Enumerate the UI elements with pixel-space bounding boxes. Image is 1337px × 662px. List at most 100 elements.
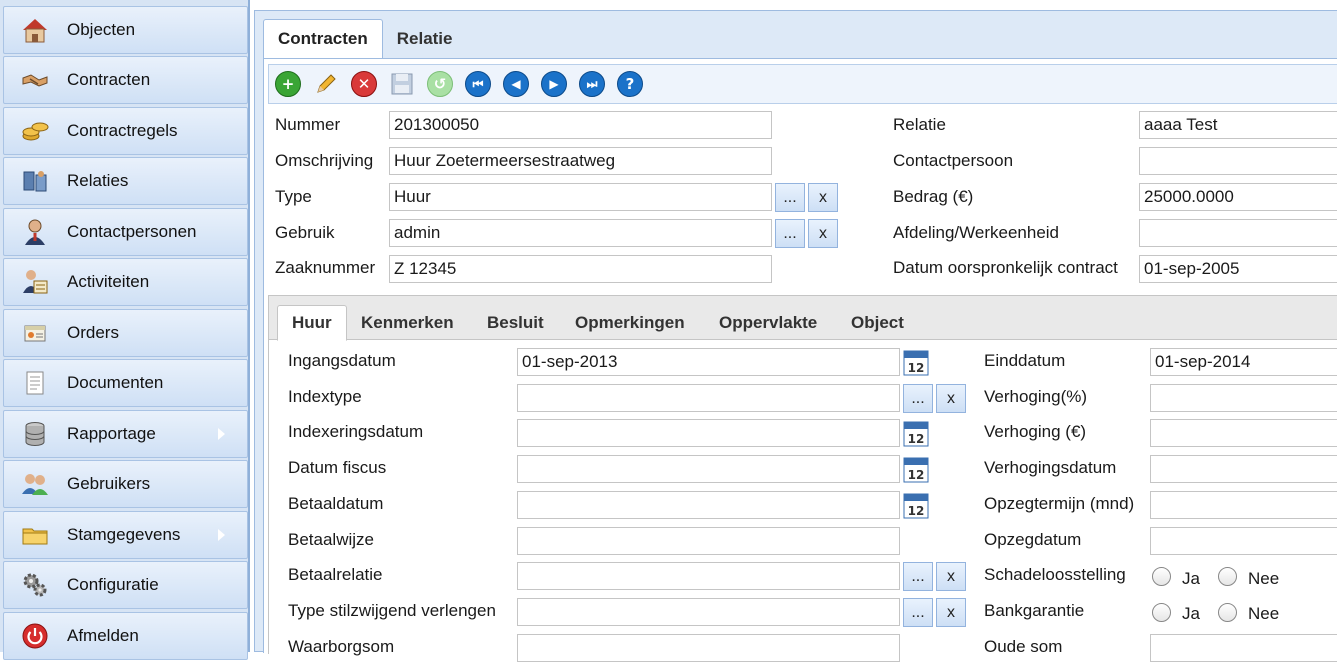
datum-oorspronkelijk-label: Datum oorspronkelijk contract <box>893 258 1118 277</box>
sidebar-item-gebruikers[interactable]: Gebruikers <box>3 460 248 508</box>
folder-icon <box>20 520 50 550</box>
indextype-field[interactable] <box>517 384 900 412</box>
zaaknummer-field[interactable] <box>389 255 772 283</box>
subtab-oppervlakte[interactable]: Oppervlakte <box>705 305 831 340</box>
omschrijving-field[interactable] <box>389 147 772 175</box>
type-clear-button[interactable]: x <box>808 183 838 212</box>
sidebar-item-contactpersonen[interactable]: Contactpersonen <box>3 208 248 256</box>
delete-icon[interactable]: ✕ <box>351 71 377 97</box>
bankgarantie-nee-radio[interactable] <box>1218 603 1237 622</box>
betaalwijze-label: Betaalwijze <box>288 530 374 549</box>
omschrijving-label: Omschrijving <box>275 151 374 170</box>
indextype-clear-button[interactable]: x <box>936 384 966 413</box>
betaalrelatie-clear-button[interactable]: x <box>936 562 966 591</box>
betaaldatum-field[interactable] <box>517 491 900 519</box>
subtab-object[interactable]: Object <box>837 305 918 340</box>
sidebar-item-stamgegevens[interactable]: Stamgegevens <box>3 511 248 559</box>
opzegdatum-field[interactable] <box>1150 527 1337 555</box>
indextype-lookup-button[interactable]: ... <box>903 384 933 413</box>
sidebar-item-configuratie[interactable]: Configuratie <box>3 561 248 609</box>
sidebar-item-orders[interactable]: Orders <box>3 309 248 357</box>
toolbar: + ✕ ↺ ⏮ ◀ ▶ ⏭ ? <box>268 64 1337 104</box>
sidebar-item-documenten[interactable]: Documenten <box>3 359 248 407</box>
database-icon <box>20 419 50 449</box>
svg-text:12: 12 <box>908 468 925 482</box>
type-stilzwijgend-clear-button[interactable]: x <box>936 598 966 627</box>
verhogingsdatum-field[interactable] <box>1150 455 1337 483</box>
sidebar-item-contracten[interactable]: Contracten <box>3 56 248 104</box>
sidebar-item-label: Rapportage <box>67 424 156 443</box>
schadeloosstelling-ja-radio[interactable] <box>1152 567 1171 586</box>
type-field[interactable] <box>389 183 772 211</box>
huur-panel: Huur Kenmerken Besluit Opmerkingen Opper… <box>268 295 1337 662</box>
gebruik-field[interactable] <box>389 219 772 247</box>
indexeringsdatum-field[interactable] <box>517 419 900 447</box>
submenu-arrow-icon <box>218 428 225 440</box>
bedrag-field[interactable] <box>1139 183 1337 211</box>
waarborgsom-field[interactable] <box>517 634 900 662</box>
sidebar-item-label: Documenten <box>67 373 164 392</box>
einddatum-field[interactable] <box>1150 348 1337 376</box>
bankgarantie-ja-radio[interactable] <box>1152 603 1171 622</box>
sidebar-item-objecten[interactable]: Objecten <box>3 6 248 54</box>
calendar-icon[interactable]: 12 <box>903 348 929 376</box>
opzegtermijn-field[interactable] <box>1150 491 1337 519</box>
tab-relatie[interactable]: Relatie <box>383 19 467 59</box>
calendar-icon[interactable]: 12 <box>903 491 929 519</box>
edit-icon[interactable] <box>313 71 339 97</box>
last-icon[interactable]: ⏭ <box>579 71 605 97</box>
sidebar-item-activiteiten[interactable]: Activiteiten <box>3 258 248 306</box>
refresh-icon[interactable]: ↺ <box>427 71 453 97</box>
datum-oorspronkelijk-field[interactable] <box>1139 255 1337 283</box>
sidebar-item-afmelden[interactable]: Afmelden <box>3 612 248 660</box>
subtab-opmerkingen[interactable]: Opmerkingen <box>561 305 699 340</box>
betaalwijze-field[interactable] <box>517 527 900 555</box>
verhoging-eur-field[interactable] <box>1150 419 1337 447</box>
schadeloosstelling-nee-label: Nee <box>1248 569 1280 588</box>
einddatum-label: Einddatum <box>984 351 1066 370</box>
next-icon[interactable]: ▶ <box>541 71 567 97</box>
house-icon <box>20 15 50 45</box>
previous-icon[interactable]: ◀ <box>503 71 529 97</box>
gebruik-clear-button[interactable]: x <box>808 219 838 248</box>
bedrag-label: Bedrag (€) <box>893 187 974 206</box>
betaalrelatie-lookup-button[interactable]: ... <box>903 562 933 591</box>
gears-icon <box>20 570 50 600</box>
orders-icon <box>20 318 50 348</box>
sidebar-item-label: Activiteiten <box>67 272 150 291</box>
relatie-field[interactable] <box>1139 111 1337 139</box>
schadeloosstelling-ja-label: Ja <box>1182 569 1200 588</box>
sub-tabs: Huur Kenmerken Besluit Opmerkingen Opper… <box>269 296 1337 341</box>
contactpersoon-field[interactable] <box>1139 147 1337 175</box>
opzegdatum-label: Opzegdatum <box>984 530 1082 549</box>
subtab-huur[interactable]: Huur <box>277 305 347 341</box>
schadeloosstelling-nee-radio[interactable] <box>1218 567 1237 586</box>
betaalrelatie-field[interactable] <box>517 562 900 590</box>
oude-som-field[interactable] <box>1150 634 1337 662</box>
nummer-label: Nummer <box>275 115 341 134</box>
calendar-icon[interactable]: 12 <box>903 419 929 447</box>
subtab-besluit[interactable]: Besluit <box>473 305 558 340</box>
first-icon[interactable]: ⏮ <box>465 71 491 97</box>
sidebar-item-relaties[interactable]: Relaties <box>3 157 248 205</box>
save-icon[interactable] <box>389 71 415 97</box>
help-icon[interactable]: ? <box>617 71 643 97</box>
datum-fiscus-field[interactable] <box>517 455 900 483</box>
gebruik-lookup-button[interactable]: ... <box>775 219 805 248</box>
ingangsdatum-field[interactable] <box>517 348 900 376</box>
tab-contracten[interactable]: Contracten <box>263 19 383 59</box>
verhoging-pct-field[interactable] <box>1150 384 1337 412</box>
type-stilzwijgend-field[interactable] <box>517 598 900 626</box>
sidebar-item-contractregels[interactable]: Contractregels <box>3 107 248 155</box>
add-icon[interactable]: + <box>275 71 301 97</box>
waarborgsom-label: Waarborgsom <box>288 637 395 656</box>
nummer-field[interactable] <box>389 111 772 139</box>
type-stilzwijgend-lookup-button[interactable]: ... <box>903 598 933 627</box>
subtab-kenmerken[interactable]: Kenmerken <box>347 305 468 340</box>
sidebar-item-rapportage[interactable]: Rapportage <box>3 410 248 458</box>
main-tabs: Contracten Relatie <box>263 19 466 59</box>
afdeling-field[interactable] <box>1139 219 1337 247</box>
handshake-icon <box>20 65 50 95</box>
type-lookup-button[interactable]: ... <box>775 183 805 212</box>
calendar-icon[interactable]: 12 <box>903 455 929 483</box>
